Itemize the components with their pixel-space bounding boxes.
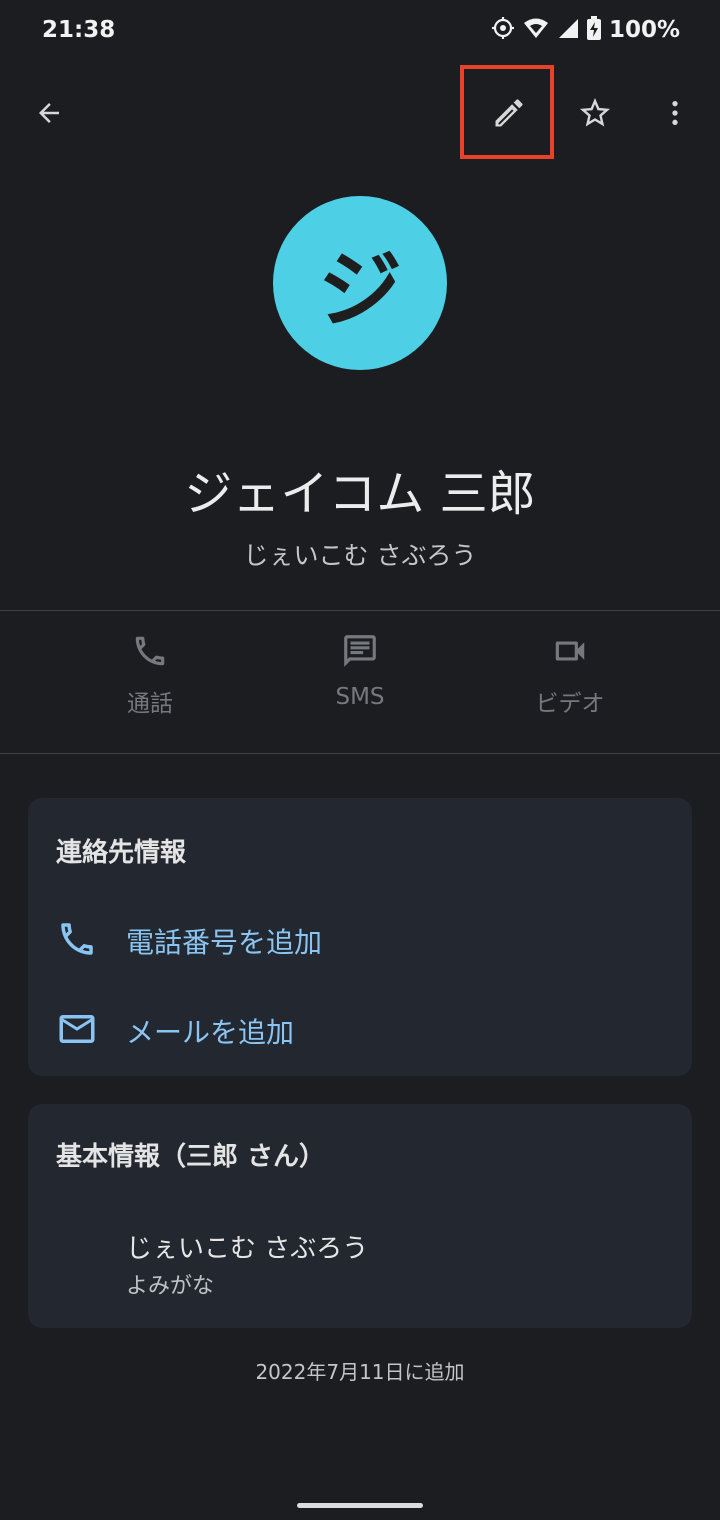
back-button[interactable] (24, 90, 74, 140)
avatar: ジ (273, 196, 447, 370)
email-icon (56, 1008, 98, 1054)
add-email-link[interactable]: メールを追加 (126, 1011, 294, 1051)
phone-icon (131, 632, 169, 674)
call-action-button[interactable]: 通話 (50, 632, 250, 742)
gesture-nav-handle[interactable] (297, 1503, 423, 1508)
status-time: 21:38 (42, 17, 116, 43)
pencil-icon (491, 95, 527, 135)
wifi-icon (523, 17, 549, 43)
reading-value: じぇいこむ さぶろう (126, 1234, 369, 1264)
more-vert-icon (659, 97, 691, 133)
call-action-label: 通話 (127, 691, 173, 717)
arrow-back-icon (34, 98, 64, 132)
video-action-button[interactable]: ビデオ (470, 632, 670, 742)
video-action-label: ビデオ (535, 691, 605, 717)
status-icons: 100% (491, 14, 680, 46)
star-outline-icon (577, 95, 613, 135)
basic-info-card: 基本情報（三郎 さん） じぇいこむ さぶろう よみがな (28, 1104, 692, 1328)
contact-info-card: 連絡先情報 電話番号を追加 メールを追加 (28, 798, 692, 1076)
favorite-button[interactable] (568, 88, 622, 142)
added-date: 2022年7月11日に追加 (255, 1360, 465, 1384)
edit-button[interactable] (482, 88, 536, 142)
add-phone-row[interactable]: 電話番号を追加 (56, 918, 322, 964)
contact-name: ジェイコム 三郎 (184, 466, 536, 522)
message-icon (341, 632, 379, 674)
location-icon (491, 16, 515, 44)
add-phone-link[interactable]: 電話番号を追加 (126, 921, 322, 961)
battery-percent: 100% (608, 17, 680, 43)
contact-info-title: 連絡先情報 (56, 838, 187, 868)
add-email-row[interactable]: メールを追加 (56, 1008, 294, 1054)
divider-bottom (0, 753, 720, 754)
basic-info-title: 基本情報（三郎 さん） (56, 1142, 326, 1172)
battery-charging-icon (586, 16, 601, 44)
reading-label: よみがな (126, 1274, 215, 1299)
more-options-button[interactable] (650, 88, 700, 142)
signal-icon (557, 17, 579, 43)
sms-action-label: SMS (335, 684, 385, 710)
video-icon (551, 632, 589, 674)
contact-reading: じぇいこむ さぶろう (243, 541, 477, 570)
divider-top (0, 610, 720, 611)
sms-action-button[interactable]: SMS (260, 632, 460, 742)
phone-icon (56, 918, 98, 964)
